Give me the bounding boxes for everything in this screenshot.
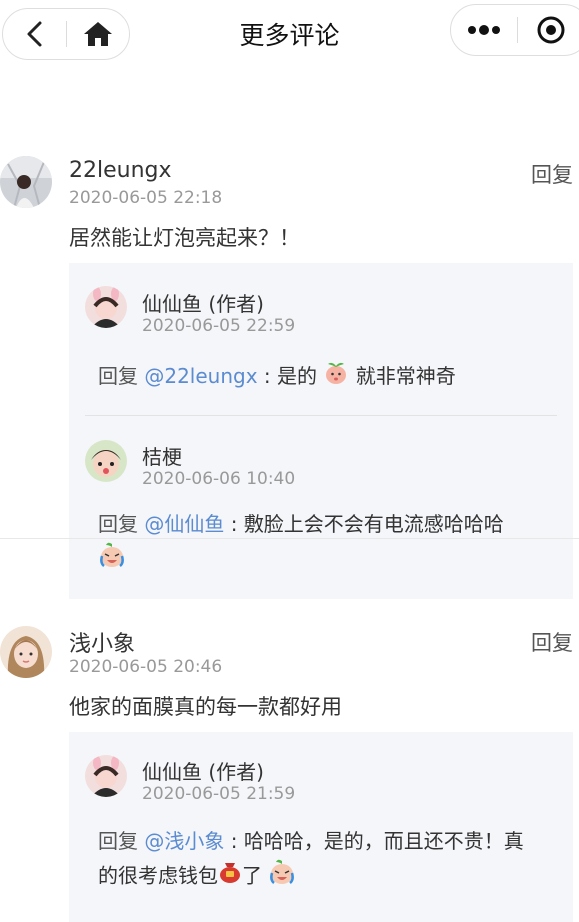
reply-body-end: 了: [242, 863, 269, 888]
reply-thread: 仙仙鱼 (作者) 2020-06-05 22:59 回复 @22leungx :…: [69, 263, 573, 599]
avatar[interactable]: [0, 156, 52, 208]
reply-date: 2020-06-06 10:40: [142, 469, 296, 489]
close-miniprogram-button[interactable]: [518, 5, 579, 55]
reply-author-name[interactable]: 仙仙鱼 (作者): [142, 756, 264, 785]
reply-body: : 是的: [257, 364, 324, 388]
comment-date: 2020-06-05 20:46: [69, 657, 223, 677]
comment-username[interactable]: 浅小象: [69, 626, 135, 658]
nav-capsule-right: [450, 4, 579, 56]
reply-body: : 哈哈哈，是的，而且还不贵！真: [224, 829, 524, 853]
reply-body: : 敷脸上会不会有电流感哈哈哈: [224, 512, 504, 536]
reply-text: 回复 @浅小象 : 哈哈哈，是的，而且还不贵！真 的很考虑钱包了: [98, 824, 558, 896]
comment-date: 2020-06-05 22:18: [69, 188, 223, 208]
top-navigation-bar: 更多评论: [0, 0, 579, 70]
laugh-cry-emoji-icon: [268, 858, 296, 896]
reply-button[interactable]: 回复: [531, 159, 573, 189]
reply-date: 2020-06-05 21:59: [142, 784, 296, 804]
mention-link[interactable]: @22leungx: [144, 364, 257, 388]
reply-prefix: 回复: [98, 512, 145, 536]
user-photo-avatar: [0, 156, 52, 208]
reply-prefix: 回复: [98, 829, 145, 853]
reply-body-line2: 的很考虑钱包: [98, 863, 218, 888]
user-photo-avatar: [0, 626, 52, 678]
reply-text: 回复 @仙仙鱼 : 敷脸上会不会有电流感哈哈哈: [98, 507, 568, 579]
reply-text: 回复 @22leungx : 是的 就非常神奇: [98, 359, 558, 396]
author-avatar: [85, 286, 127, 328]
reply-thread: 仙仙鱼 (作者) 2020-06-05 21:59 回复 @浅小象 : 哈哈哈，…: [69, 732, 573, 922]
more-dots-icon: [468, 25, 500, 35]
avatar[interactable]: [85, 286, 127, 328]
avatar[interactable]: [85, 440, 127, 482]
mention-link[interactable]: @仙仙鱼: [144, 512, 224, 536]
reply-body-end: 就非常神奇: [349, 364, 456, 388]
peach-emoji-icon: [323, 360, 349, 396]
laugh-cry-emoji-icon: [98, 541, 126, 579]
avatar[interactable]: [0, 626, 52, 678]
reply-prefix: 回复: [98, 364, 145, 388]
avatar[interactable]: [85, 755, 127, 797]
reply-button[interactable]: 回复: [531, 627, 573, 657]
comment-divider: [0, 538, 579, 539]
target-circle-icon: [537, 16, 565, 44]
reply-author-name[interactable]: 桔梗: [142, 441, 182, 470]
author-avatar: [85, 755, 127, 797]
more-options-button[interactable]: [451, 5, 517, 55]
comment-username[interactable]: 22leungx: [69, 158, 172, 183]
money-bag-emoji-icon: [218, 860, 242, 894]
reply-author-name[interactable]: 仙仙鱼 (作者): [142, 288, 264, 317]
reply-divider: [85, 415, 557, 416]
reply-date: 2020-06-05 22:59: [142, 316, 296, 336]
comment-text: 他家的面膜真的每一款都好用: [69, 695, 342, 719]
mention-link[interactable]: @浅小象: [144, 829, 224, 853]
user-avatar: [85, 440, 127, 482]
comment-text: 居然能让灯泡亮起来？！: [69, 226, 300, 250]
